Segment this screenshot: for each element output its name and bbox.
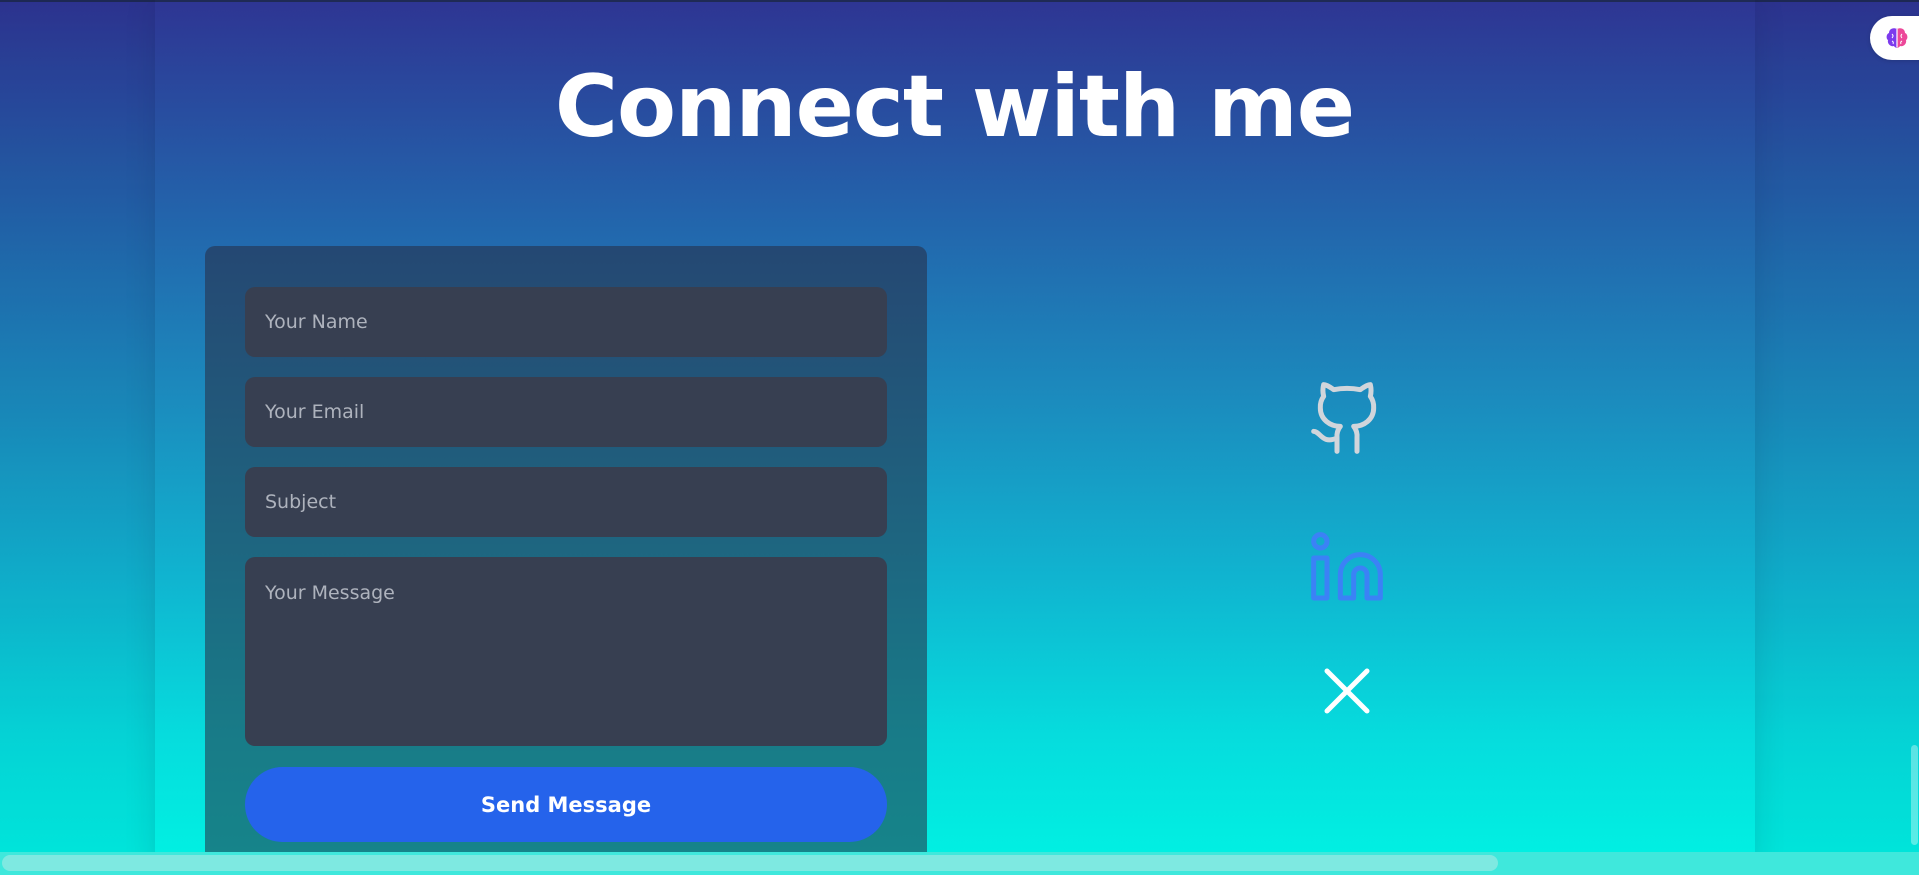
message-textarea[interactable] (245, 557, 887, 746)
page-title: Connect with me (554, 57, 1355, 157)
subject-input[interactable] (245, 467, 887, 537)
contact-form: Send Message (205, 246, 927, 875)
github-link[interactable] (1307, 378, 1387, 458)
send-message-button[interactable]: Send Message (245, 767, 887, 842)
vertical-scrollbar[interactable] (1909, 0, 1919, 852)
linkedin-link[interactable] (1307, 528, 1387, 608)
email-input[interactable] (245, 377, 887, 447)
x-icon (1324, 668, 1370, 714)
github-icon (1311, 382, 1377, 454)
vertical-scrollbar-thumb[interactable] (1911, 745, 1918, 845)
x-link[interactable] (1307, 651, 1387, 731)
brain-icon (1886, 28, 1908, 48)
horizontal-scrollbar-thumb[interactable] (2, 855, 1498, 871)
linkedin-icon (1311, 532, 1383, 601)
name-input[interactable] (245, 287, 887, 357)
horizontal-scrollbar[interactable] (0, 852, 1919, 875)
